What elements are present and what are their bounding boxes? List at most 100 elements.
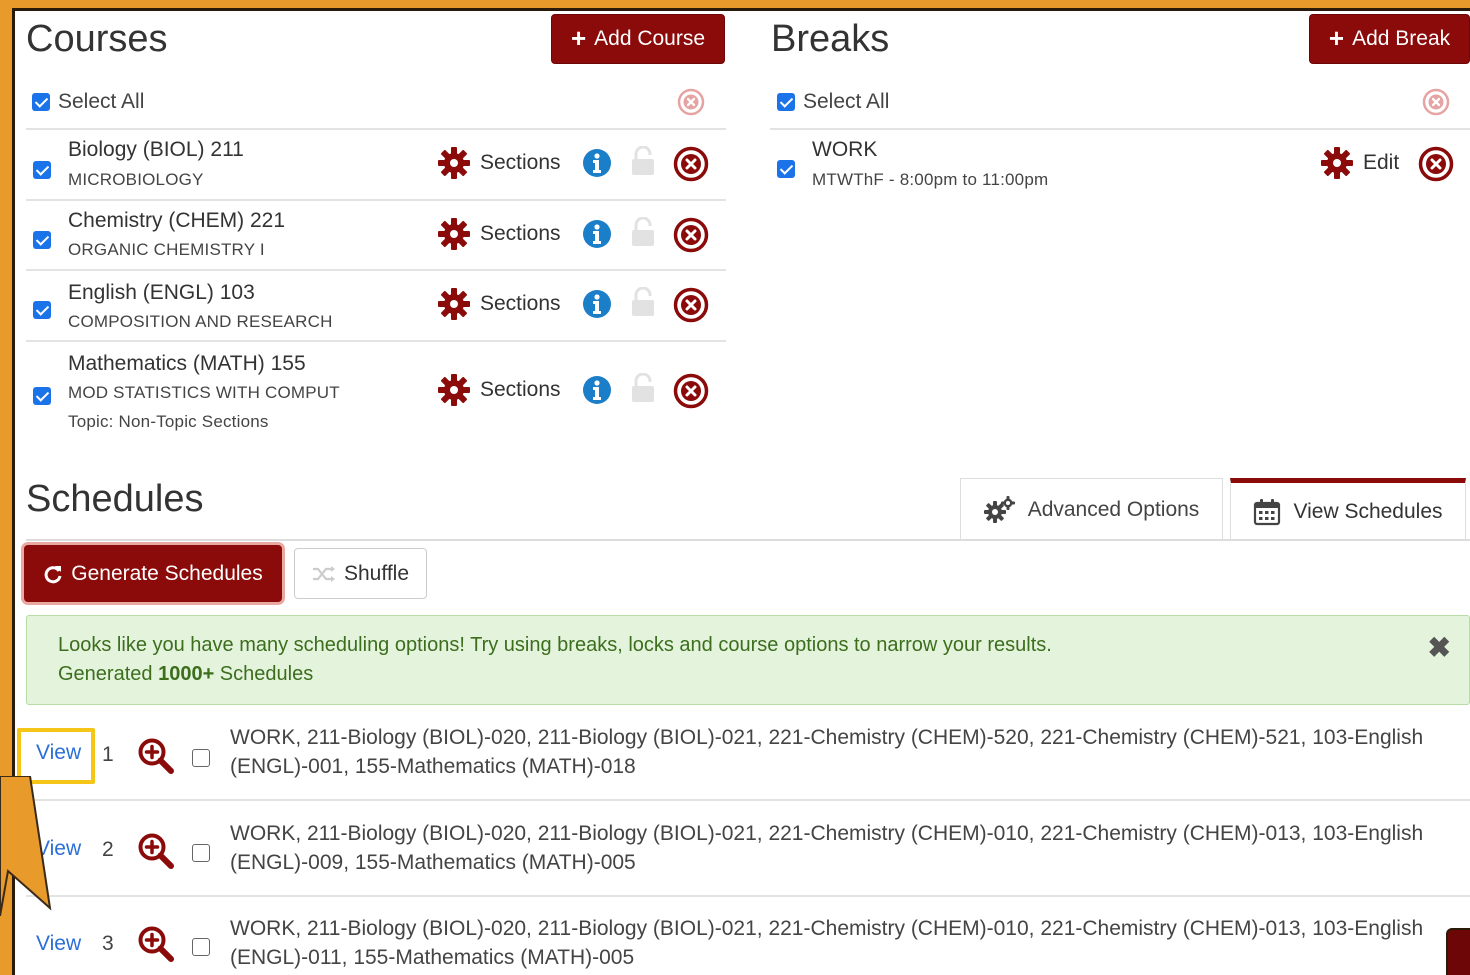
schedules-title: Schedules [26,478,204,520]
break-name: WORK [812,138,878,161]
add-course-label: Add Course [594,27,706,50]
remove-course-icon[interactable] [673,373,709,409]
zoom-in-icon[interactable] [137,832,175,870]
gear-icon [436,145,472,181]
refresh-icon [44,565,62,583]
edit-label: Edit [1363,151,1400,174]
schedule-checkbox[interactable] [192,844,210,862]
checkbox-checked[interactable] [32,93,50,111]
remove-course-icon[interactable] [673,217,709,253]
remove-all-breaks-icon[interactable] [1422,88,1450,116]
info-icon[interactable] [582,148,612,178]
schedule-sections: WORK, 211-Biology (BIOL)-020, 211-Biolog… [230,917,1424,969]
select-all-label: Select All [58,90,145,113]
info-icon[interactable] [582,289,612,319]
sections-label: Sections [480,222,561,245]
courses-title: Courses [26,18,168,60]
add-course-button[interactable]: + Add Course [551,14,725,64]
remove-all-courses-icon[interactable] [677,88,705,116]
unlock-icon[interactable] [630,287,656,317]
zoom-in-icon[interactable] [137,925,175,963]
remove-course-icon[interactable] [673,287,709,323]
schedule-row: View 1 WORK, 211-Biology (BIOL)-020, 211… [26,706,1470,802]
generate-label: Generate Schedules [71,561,263,585]
courses-select-all[interactable]: Select All [32,90,144,114]
unlock-icon[interactable] [630,217,656,247]
sections-label: Sections [480,378,561,401]
gear-icon [1319,145,1355,181]
gear-icon [436,286,472,322]
sections-label: Sections [480,292,561,315]
sections-button[interactable]: Sections [436,145,561,181]
tab-label: Advanced Options [1027,497,1200,521]
select-all-label: Select All [803,90,890,113]
add-break-button[interactable]: + Add Break [1309,14,1470,64]
generated-suffix: Schedules [214,663,314,685]
sections-button[interactable]: Sections [436,286,561,322]
pointer-arrow-icon [0,776,52,916]
gear-icon [436,372,472,408]
tab-label: View Schedules [1293,499,1443,523]
plus-icon: + [1328,22,1345,53]
tab-view-schedules[interactable]: View Schedules [1230,478,1466,540]
tab-advanced-options[interactable]: Advanced Options [960,478,1223,540]
plus-icon: + [570,22,587,53]
schedule-number: 3 [102,932,114,955]
course-name: Biology (BIOL) 211 [68,138,244,161]
shuffle-button[interactable]: Shuffle [294,548,427,599]
course-checkbox[interactable] [33,161,51,179]
course-checkbox[interactable] [33,387,51,405]
course-name: English (ENGL) 103 [68,281,255,304]
alert-message: Looks like you have many scheduling opti… [58,634,1052,656]
close-icon[interactable]: ✖ [1428,634,1451,662]
tab-divider [26,539,1470,541]
success-alert: Looks like you have many scheduling opti… [26,615,1470,705]
break-checkbox[interactable] [777,160,795,178]
course-name: Chemistry (CHEM) 221 [68,209,286,232]
course-title: COMPOSITION AND RESEARCH [68,312,333,331]
course-title: MOD STATISTICS WITH COMPUT [68,383,340,402]
break-row: WORK MTWThF - 8:00pm to 11:00pm Edit [770,130,1470,200]
gear-icon [436,216,472,252]
info-icon[interactable] [582,219,612,249]
edit-break-button[interactable]: Edit [1319,145,1399,181]
generated-prefix: Generated [58,663,159,685]
remove-break-icon[interactable] [1418,146,1454,182]
course-topic: Topic: Non-Topic Sections [68,412,269,431]
break-time: MTWThF - 8:00pm to 11:00pm [812,170,1049,189]
course-row: Mathematics (MATH) 155 MOD STATISTICS WI… [26,342,726,442]
schedule-row: View 2 WORK, 211-Biology (BIOL)-020, 211… [26,801,1470,897]
sections-label: Sections [480,151,561,174]
generated-count: 1000+ [158,663,215,685]
breaks-select-all[interactable]: Select All [777,90,889,114]
course-checkbox[interactable] [33,231,51,249]
info-icon[interactable] [582,375,612,405]
remove-course-icon[interactable] [673,146,709,182]
course-row: English (ENGL) 103 COMPOSITION AND RESEA… [26,271,726,341]
schedule-row: View 3 WORK, 211-Biology (BIOL)-020, 211… [26,897,1470,975]
schedule-checkbox[interactable] [192,938,210,956]
checkbox-checked[interactable] [777,93,795,111]
course-checkbox[interactable] [33,301,51,319]
schedule-checkbox[interactable] [192,749,210,767]
add-break-label: Add Break [1352,27,1451,50]
schedule-number: 2 [102,838,114,861]
course-row: Biology (BIOL) 211 MICROBIOLOGY Sections [26,130,726,200]
course-row: Chemistry (CHEM) 221 ORGANIC CHEMISTRY I… [26,201,726,271]
sections-button[interactable]: Sections [436,372,561,408]
zoom-in-icon[interactable] [137,737,175,775]
sections-button[interactable]: Sections [436,216,561,252]
schedule-sections: WORK, 211-Biology (BIOL)-020, 211-Biolog… [230,726,1424,778]
unlock-icon[interactable] [630,146,656,176]
gears-icon [983,495,1015,523]
shuffle-icon [313,565,335,582]
course-title: ORGANIC CHEMISTRY I [68,240,265,259]
unlock-icon[interactable] [630,373,656,403]
alert-generated: Generated 1000+ Schedules [58,663,313,686]
view-link[interactable]: View [36,932,81,956]
schedule-sections: WORK, 211-Biology (BIOL)-020, 211-Biolog… [230,822,1424,874]
generate-schedules-button[interactable]: Generate Schedules [24,545,282,602]
corner-button[interactable] [1446,928,1470,975]
course-name: Mathematics (MATH) 155 [68,352,306,375]
calendar-icon [1254,498,1281,525]
